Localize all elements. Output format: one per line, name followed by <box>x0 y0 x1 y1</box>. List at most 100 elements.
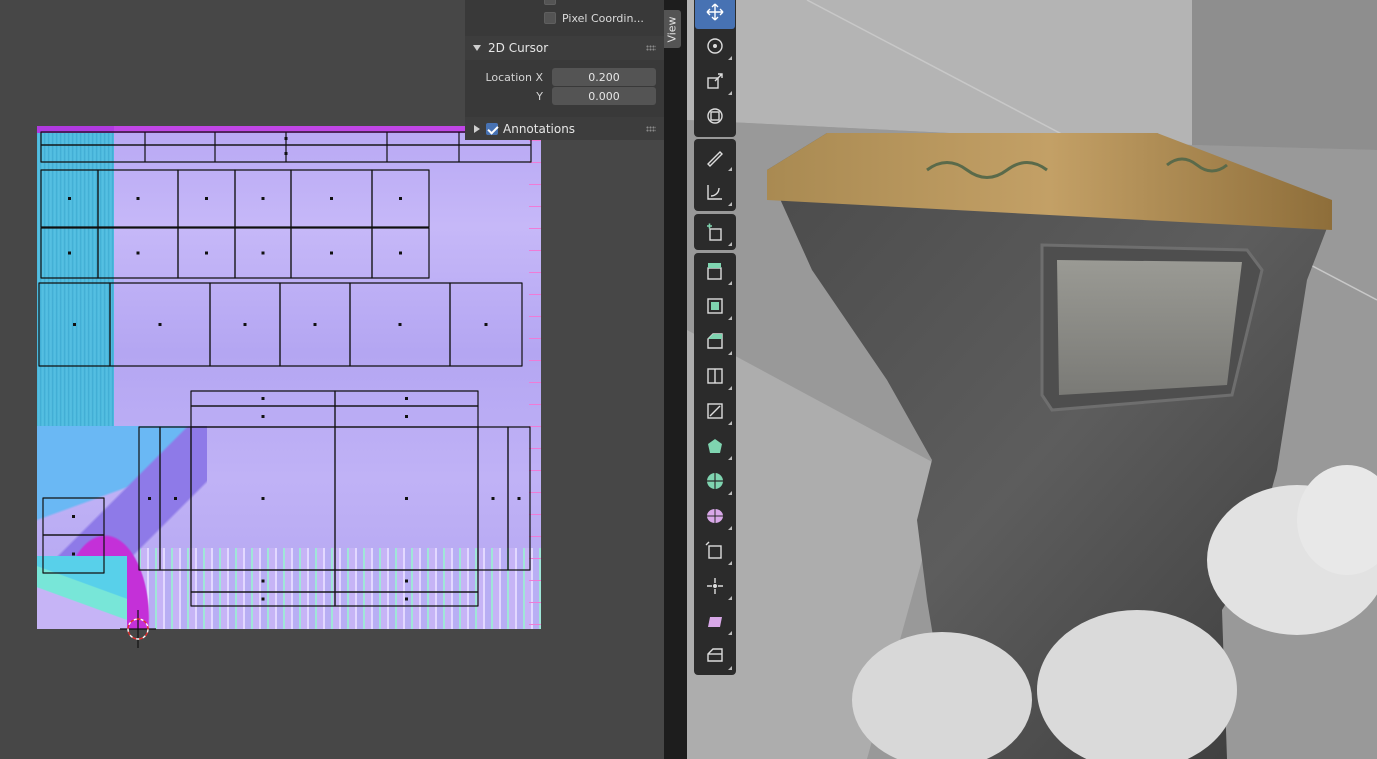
2d-cursor-icon[interactable] <box>120 610 156 648</box>
location-x-field[interactable]: 0.200 <box>552 68 656 86</box>
2d-cursor-panel-header[interactable]: 2D Cursor <box>465 36 664 60</box>
tool-knife-button[interactable] <box>695 394 735 428</box>
edge-slide-icon <box>705 541 722 559</box>
tool-options-corner-icon <box>728 167 732 171</box>
uv-sidebar-panel: Pixel Coordin... 2D Cursor Location X 0.… <box>465 0 664 140</box>
spin-icon <box>707 473 723 489</box>
uv-face-dot <box>261 197 265 200</box>
uv-face-dot <box>261 415 265 418</box>
tool-options-corner-icon <box>728 421 732 425</box>
uv-face-dot <box>68 251 71 255</box>
uv-face-dot <box>313 323 317 326</box>
uv-face-dot <box>405 597 408 601</box>
uv-face-dot <box>261 579 265 583</box>
tool-rotate-button[interactable] <box>695 29 735 63</box>
tool-options-corner-icon <box>728 491 732 495</box>
tool-measure-button[interactable] <box>695 175 735 209</box>
tool-shrink-fatten-button[interactable] <box>695 569 735 603</box>
uv-face-dot <box>405 415 408 418</box>
knife-icon <box>707 403 723 419</box>
add-cube-icon <box>707 223 722 241</box>
poly-build-icon <box>708 439 722 453</box>
tool-options-corner-icon <box>728 281 732 285</box>
smooth-icon <box>707 509 723 523</box>
tab-view-label: View <box>666 15 680 43</box>
tool-options-corner-icon <box>728 242 732 246</box>
uv-face-dot <box>399 251 402 255</box>
location-x-label: Location X <box>485 71 543 84</box>
bevel-icon <box>707 333 723 349</box>
uv-face-dot <box>72 552 75 556</box>
uv-face-dot <box>261 397 265 400</box>
uv-face-dot <box>484 323 488 326</box>
uv-face-dot <box>405 497 408 500</box>
uv-face-dot <box>261 251 265 255</box>
tool-loop-cut-button[interactable] <box>695 359 735 393</box>
uv-face-dot <box>517 497 521 500</box>
pixel-coordinates-row[interactable]: Pixel Coordin... <box>465 8 664 28</box>
tool-options-corner-icon <box>728 316 732 320</box>
tool-scale-button[interactable] <box>695 64 735 98</box>
uv-face-dot <box>73 323 76 326</box>
uv-face-dot <box>405 579 408 583</box>
measure-icon <box>707 185 722 200</box>
annotations-checkbox[interactable] <box>486 122 498 135</box>
chevron-down-icon[interactable] <box>473 45 481 51</box>
uv-face-dot <box>148 497 151 500</box>
viewport-scene <box>687 0 1377 759</box>
tool-transform-button[interactable] <box>695 99 735 133</box>
uv-face-dot <box>174 497 177 500</box>
tool-add-cube-button[interactable] <box>695 215 735 249</box>
tool-poly-build-button[interactable] <box>695 429 735 463</box>
uv-face-dot <box>491 497 495 500</box>
uv-face-dot <box>72 515 75 518</box>
3d-viewport[interactable] <box>687 0 1377 759</box>
2d-cursor-title: 2D Cursor <box>488 41 549 55</box>
uv-face-dot <box>405 397 408 400</box>
uv-face-dot <box>261 597 265 601</box>
drag-handle-icon[interactable] <box>646 45 656 51</box>
location-y-field[interactable]: 0.000 <box>552 87 656 105</box>
tool-options-corner-icon <box>728 56 732 60</box>
rotate-icon <box>707 38 723 54</box>
uv-face-dot <box>398 323 402 326</box>
uv-face-dot <box>158 323 162 326</box>
annotations-panel-header[interactable]: Annotations <box>465 117 664 140</box>
uv-face-dot <box>205 251 208 255</box>
tool-options-corner-icon <box>728 526 732 530</box>
tool-rip-button[interactable] <box>695 639 735 673</box>
uv-face-dot <box>284 152 288 155</box>
uv-face-dot <box>68 197 71 200</box>
chevron-right-icon[interactable] <box>474 124 480 133</box>
annotate-icon <box>707 151 723 167</box>
rip-icon <box>707 648 723 662</box>
tab-view[interactable]: View <box>664 10 681 48</box>
tool-move-button[interactable] <box>695 0 735 29</box>
annotations-label: Annotations <box>503 121 576 136</box>
top-checkbox[interactable] <box>544 0 556 5</box>
region-divider[interactable] <box>664 0 687 759</box>
pixel-coordinates-checkbox[interactable] <box>544 12 556 24</box>
location-y-label: Y <box>536 90 543 103</box>
uv-face-dot <box>205 197 208 200</box>
tool-inset-button[interactable] <box>695 289 735 323</box>
tool-bevel-button[interactable] <box>695 324 735 358</box>
tool-options-corner-icon <box>728 631 732 635</box>
tool-options-corner-icon <box>728 596 732 600</box>
tool-edge-slide-button[interactable] <box>695 534 735 568</box>
drag-handle-icon[interactable] <box>646 126 656 132</box>
scale-icon <box>707 73 723 89</box>
tool-extrude-button[interactable] <box>695 254 735 288</box>
shear-icon <box>708 617 722 627</box>
uv-face-dot <box>330 197 333 200</box>
tool-smooth-button[interactable] <box>695 499 735 533</box>
tool-options-corner-icon <box>728 386 732 390</box>
tool-shear-button[interactable] <box>695 604 735 638</box>
tool-spin-button[interactable] <box>695 464 735 498</box>
uv-face-dot <box>136 197 140 200</box>
tool-options-corner-icon <box>728 202 732 206</box>
uv-face-dot <box>399 197 402 200</box>
tool-annotate-button[interactable] <box>695 140 735 174</box>
extrude-icon <box>707 263 722 280</box>
uv-face-dot <box>284 137 288 140</box>
